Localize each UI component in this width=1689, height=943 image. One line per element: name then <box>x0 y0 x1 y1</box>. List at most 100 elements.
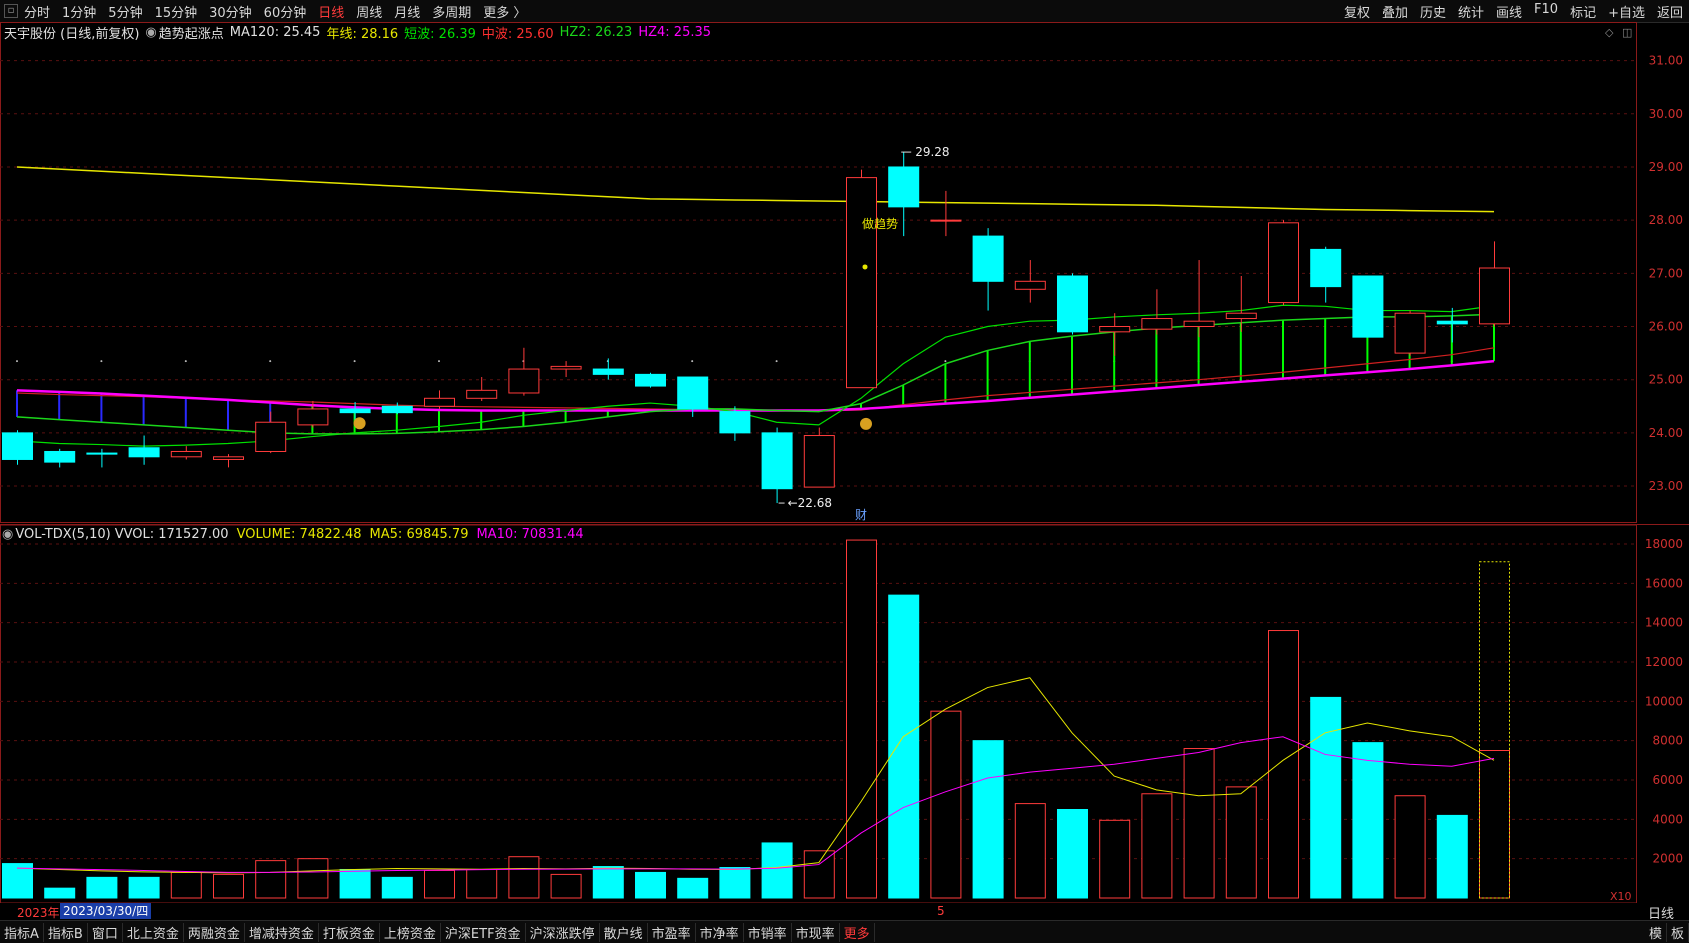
candle-body-up <box>1183 320 1215 328</box>
bottom-tab[interactable]: 市净率 <box>696 922 744 942</box>
candle-body-down <box>719 411 751 434</box>
candle-body-down <box>2 432 33 460</box>
bottom-tab[interactable]: 打板资金 <box>319 922 380 942</box>
top-toolbar: ▫ 分时 1分钟 5分钟 15分钟 30分钟 60分钟 日线 周线 月线 多周期 更多 〉 复权 叠加… <box>0 0 1689 23</box>
candle-body-up <box>1099 326 1131 333</box>
period-tab[interactable]: 5分钟 <box>102 2 148 21</box>
volume-bar-up <box>846 539 877 899</box>
toolbar-button[interactable]: 统计 <box>1452 2 1490 21</box>
period-indicator[interactable]: 日线 <box>1636 903 1686 922</box>
bottom-tab[interactable]: 市盈率 <box>648 922 696 942</box>
candle-body-down <box>44 450 76 463</box>
volume-bar-up <box>1394 795 1426 899</box>
panel-toggle-icon: ◫ <box>1622 26 1632 39</box>
volume-bar-up <box>550 873 582 899</box>
bottom-tab[interactable]: 上榜资金 <box>380 922 441 942</box>
candle-body-up <box>424 397 455 407</box>
volume-bar-down <box>86 876 118 899</box>
candle-body-down <box>128 447 160 458</box>
bottom-tab[interactable]: 更多 <box>840 922 875 942</box>
candle-body-up <box>1479 267 1510 325</box>
kline-chart[interactable]: 23.00 24.00 25.00 26.00 27.00 28.00 29.00 30.00… <box>0 22 1689 903</box>
bottom-tab[interactable]: 沪深ETF资金 <box>441 922 526 942</box>
hz2-line <box>16 313 1495 435</box>
volume-bar-down <box>44 887 76 899</box>
toolbar-button[interactable]: F10 <box>1528 2 1564 21</box>
marker-dot <box>100 360 103 363</box>
volume-bar-up <box>1099 819 1131 899</box>
candle-body-down <box>888 166 920 208</box>
year-label: 2023年 <box>17 906 60 920</box>
diamond-icon: ◇ <box>1605 26 1614 39</box>
price-tick-label: 27.00 <box>1649 266 1683 280</box>
bottom-right-button[interactable]: 模 <box>1645 922 1667 942</box>
volume-bar-up <box>1014 803 1046 899</box>
marker-dot <box>438 360 440 363</box>
period-tab[interactable]: 多周期 <box>426 2 477 21</box>
candle-body-up <box>550 365 582 370</box>
candle-body-up <box>1141 318 1173 330</box>
toolbar-button[interactable]: 复权 <box>1338 2 1376 21</box>
period-tab[interactable]: 15分钟 <box>149 2 204 21</box>
candle-body-down <box>635 373 666 387</box>
volume-tick-label: 2000 <box>1652 852 1683 866</box>
period-tab[interactable]: 周线 <box>350 2 388 21</box>
window-menu-icon[interactable]: ▫ <box>4 4 18 18</box>
bottom-right-button[interactable]: 板 <box>1667 922 1689 942</box>
bottom-tab[interactable]: 沪深涨跌停 <box>526 922 600 942</box>
bottom-tab[interactable]: 北上资金 <box>123 922 184 942</box>
volume-bar-down <box>677 877 709 899</box>
volume-bar-down <box>1057 809 1088 899</box>
bottom-tab[interactable]: 指标B <box>44 922 88 942</box>
bottom-tab[interactable]: 两融资金 <box>184 922 245 942</box>
toolbar-button[interactable]: 返回 <box>1651 2 1689 21</box>
candle-body-down <box>761 432 793 490</box>
volume-bar-down <box>635 871 666 899</box>
period-tab[interactable]: 60分钟 <box>258 2 313 21</box>
bottom-tab[interactable]: 增减持资金 <box>245 922 319 942</box>
marker-dot <box>353 360 356 363</box>
money-bag-icon <box>353 417 366 430</box>
volume-tick-label: 10000 <box>1645 694 1683 708</box>
bottom-toolbar: 指标A 指标B 窗口 北上资金 两融资金 增减持资金 打板资金 上榜资金 沪深ETF资金 沪深涨跌… <box>0 920 1689 943</box>
period-tab[interactable]: 1分钟 <box>56 2 102 21</box>
candle-body-up <box>255 421 287 452</box>
toolbar-button[interactable]: 叠加 <box>1376 2 1414 21</box>
bottom-tab[interactable]: 市销率 <box>744 922 792 942</box>
toolbar-button[interactable]: 画线 <box>1490 2 1528 21</box>
volume-bar-up <box>424 869 455 899</box>
toolbar-button[interactable]: 标记 <box>1564 2 1602 21</box>
period-tab[interactable]: 更多 〉 <box>477 2 532 21</box>
period-tab[interactable]: 月线 <box>388 2 426 21</box>
volume-bar-down <box>339 868 371 899</box>
toolbar-button[interactable]: +自选 <box>1602 2 1651 21</box>
candle-body-up <box>1225 312 1257 320</box>
candle-body-down <box>1310 248 1342 288</box>
trend-signal-label: 做趋势 <box>862 216 898 231</box>
volume-bar-up <box>297 858 329 899</box>
bottom-tab[interactable]: 散户线 <box>600 922 648 942</box>
candle-body-up <box>297 408 329 426</box>
price-tick-label: 28.00 <box>1649 213 1683 227</box>
volume-bar-down <box>381 876 413 899</box>
candle-body-up <box>1394 312 1426 354</box>
toolbar-button[interactable]: 历史 <box>1414 2 1452 21</box>
bottom-tab[interactable]: 窗口 <box>88 922 123 942</box>
money-bag-icon <box>860 417 872 430</box>
volume-tick-label: 18000 <box>1645 537 1683 551</box>
bottom-tab[interactable]: 市现率 <box>792 922 840 942</box>
period-tab[interactable]: 分时 <box>18 2 56 21</box>
bottom-tab[interactable]: 指标A <box>0 922 44 942</box>
candle-body-up <box>508 368 540 394</box>
price-tick-label: 31.00 <box>1649 54 1683 68</box>
volume-unit-label: X10 <box>1610 890 1632 903</box>
volume-bar-up <box>930 710 962 899</box>
year-line <box>16 166 1495 213</box>
period-tab[interactable]: 30分钟 <box>203 2 258 21</box>
candle-body-down <box>86 452 118 455</box>
period-tab[interactable]: 日线 <box>312 2 350 21</box>
price-tick-label: 30.00 <box>1649 107 1683 121</box>
price-tick-label: 25.00 <box>1649 373 1683 387</box>
candle-body-up <box>846 177 877 389</box>
volume-bar-down <box>1352 742 1384 899</box>
